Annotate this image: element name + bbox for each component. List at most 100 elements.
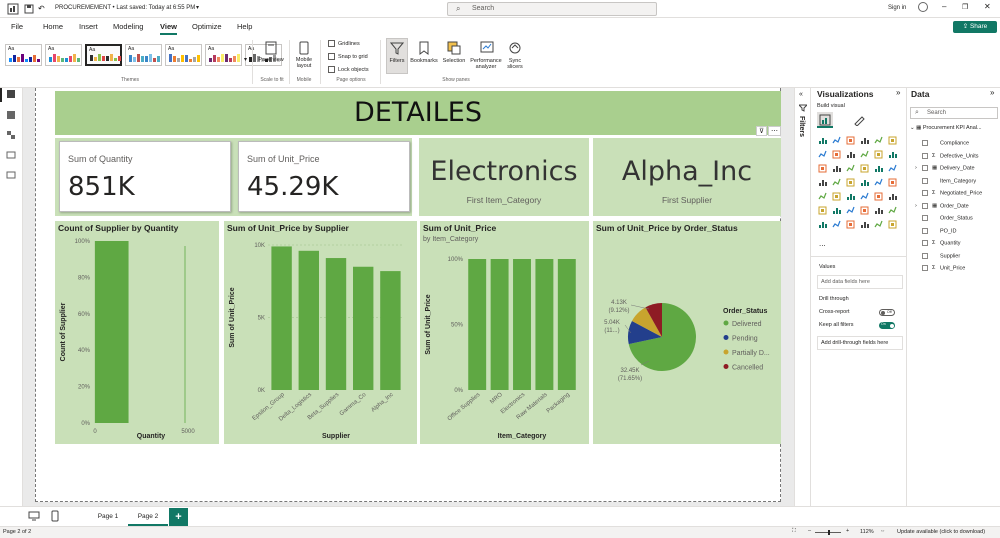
model-view-icon[interactable]	[6, 130, 16, 140]
legend-item[interactable]: Cancelled	[732, 365, 763, 372]
desktop-layout-icon[interactable]	[28, 511, 40, 521]
chevron-right-icon[interactable]: ›	[915, 203, 922, 209]
menu-file[interactable]: File	[11, 22, 23, 31]
field-item[interactable]: Σ Unit_Price	[915, 265, 965, 271]
field-item[interactable]: › ▦ Order_Date	[915, 202, 969, 209]
performance-analyzer-button[interactable]: Performance analyzer	[467, 58, 505, 70]
close-icon[interactable]: ✕	[984, 2, 991, 11]
page-tab-1[interactable]: Page 1	[88, 508, 128, 526]
format-visual-icon[interactable]	[853, 114, 865, 126]
table-view-icon[interactable]	[6, 110, 16, 120]
add-drill-through-well[interactable]: Add drill-through fields here	[817, 336, 903, 350]
legend-item[interactable]: Delivered	[732, 321, 762, 328]
field-checkbox[interactable]	[922, 240, 928, 246]
visual-type-icon[interactable]	[874, 220, 883, 229]
undo-icon[interactable]: ↶	[38, 4, 45, 13]
field-item[interactable]: › ▦ Delivery_Date	[915, 165, 975, 171]
visual-type-icon[interactable]	[818, 164, 827, 173]
field-item[interactable]: Item_Category	[915, 177, 976, 184]
selection-icon[interactable]	[447, 41, 461, 55]
visual-type-icon[interactable]	[818, 136, 827, 145]
file-title[interactable]: PROCUREMEMENT • Last saved: Today at 6:5…	[55, 5, 195, 11]
chart-unit-price-by-supplier[interactable]: Sum of Unit_Price by Supplier 0K 5K 10K Eps…	[224, 221, 417, 444]
more-visuals-label[interactable]: ...	[819, 239, 826, 248]
field-checkbox[interactable]	[922, 165, 928, 171]
visual-type-icon[interactable]	[888, 206, 897, 215]
minimize-icon[interactable]: –	[942, 2, 946, 11]
chart-count-supplier-by-quantity[interactable]: Count of Supplier by Quantity 0% 20% 40% 60…	[55, 221, 219, 444]
keep-all-filters-toggle[interactable]: On	[879, 322, 895, 329]
field-checkbox[interactable]	[922, 152, 928, 159]
add-page-button[interactable]: +	[169, 508, 188, 526]
sync-slicers-icon[interactable]	[508, 41, 522, 55]
field-checkbox[interactable]	[922, 215, 928, 221]
bar[interactable]	[380, 271, 401, 390]
collapse-pane-icon[interactable]: »	[896, 88, 900, 97]
field-item[interactable]: Compliance	[915, 140, 969, 146]
restore-icon[interactable]: ❐	[962, 3, 968, 11]
mobile-layout-button[interactable]: Mobile layout	[290, 57, 318, 69]
visual-type-icon[interactable]	[860, 206, 869, 215]
visual-type-icon[interactable]	[888, 136, 897, 145]
more-options-icon[interactable]: ⋯	[768, 126, 781, 136]
fit-page-icon[interactable]: ⛶	[792, 528, 796, 535]
page-view-button[interactable]: Page view	[258, 57, 284, 63]
visual-type-icon[interactable]	[874, 206, 883, 215]
field-checkbox[interactable]	[922, 140, 928, 146]
bar[interactable]	[513, 259, 531, 390]
field-item[interactable]: PO_ID	[915, 227, 957, 234]
menu-view[interactable]: View	[160, 22, 177, 35]
tmdl-view-icon[interactable]	[6, 170, 16, 180]
visual-type-icon[interactable]	[860, 136, 869, 145]
chart-unit-price-by-category[interactable]: Sum of Unit_Price by Item_Category 0% 50%…	[420, 221, 589, 444]
legend-item[interactable]: Partially D...	[732, 350, 770, 357]
visual-type-icon[interactable]	[874, 136, 883, 145]
page-view-icon[interactable]	[264, 41, 278, 55]
visual-type-icon[interactable]	[860, 192, 869, 201]
chevron-down-icon[interactable]: ▾	[196, 4, 199, 11]
visual-type-icon[interactable]	[888, 220, 897, 229]
field-checkbox[interactable]	[922, 265, 928, 271]
zoom-out-icon[interactable]: –	[808, 528, 811, 534]
avatar[interactable]	[918, 2, 928, 12]
visual-type-icon[interactable]	[832, 178, 841, 187]
bar[interactable]	[353, 266, 374, 390]
visual-type-icon[interactable]	[832, 220, 841, 229]
visual-type-icon[interactable]	[818, 220, 827, 229]
visual-type-icon[interactable]	[874, 164, 883, 173]
search-box[interactable]: ⌕ Search	[447, 2, 657, 16]
mobile-layout-icon[interactable]	[298, 41, 310, 55]
fit-to-width-icon[interactable]: ⇔	[880, 528, 886, 534]
field-checkbox[interactable]	[922, 252, 928, 259]
card-sum-quantity[interactable]: Sum of Quantity 851K	[59, 141, 231, 212]
menu-help[interactable]: Help	[237, 22, 252, 31]
visual-type-icon[interactable]	[832, 164, 841, 173]
bar[interactable]	[94, 241, 129, 423]
field-checkbox[interactable]	[922, 202, 928, 209]
visual-type-icon[interactable]	[874, 178, 883, 187]
visual-type-icon[interactable]	[874, 192, 883, 201]
mobile-layout-icon[interactable]	[51, 510, 59, 522]
bar[interactable]	[535, 259, 554, 390]
visual-type-icon[interactable]	[888, 178, 897, 187]
bar[interactable]	[490, 259, 509, 390]
visual-type-icon[interactable]	[888, 164, 897, 173]
bar[interactable]	[557, 259, 576, 390]
visual-type-icon[interactable]	[888, 192, 897, 201]
menu-insert[interactable]: Insert	[79, 22, 98, 31]
bar[interactable]	[298, 250, 319, 390]
visual-type-icon[interactable]	[860, 178, 869, 187]
visual-type-icon[interactable]	[846, 192, 855, 201]
data-search-input[interactable]: ⌕ Search	[910, 107, 998, 119]
menu-home[interactable]: Home	[43, 22, 63, 31]
selection-button[interactable]: Selection	[440, 58, 468, 64]
theme-thumbnail[interactable]: Aa	[205, 44, 242, 66]
filters-pane-collapsed[interactable]: « Filters	[794, 88, 810, 506]
bar[interactable]	[325, 258, 347, 390]
page-tab-2[interactable]: Page 2	[128, 508, 168, 526]
visual-type-icon[interactable]	[818, 206, 827, 215]
performance-analyzer-icon[interactable]	[480, 41, 494, 55]
bar[interactable]	[468, 259, 487, 390]
bookmark-icon[interactable]	[418, 41, 430, 55]
field-item[interactable]: Σ Defective_Units	[915, 152, 979, 159]
